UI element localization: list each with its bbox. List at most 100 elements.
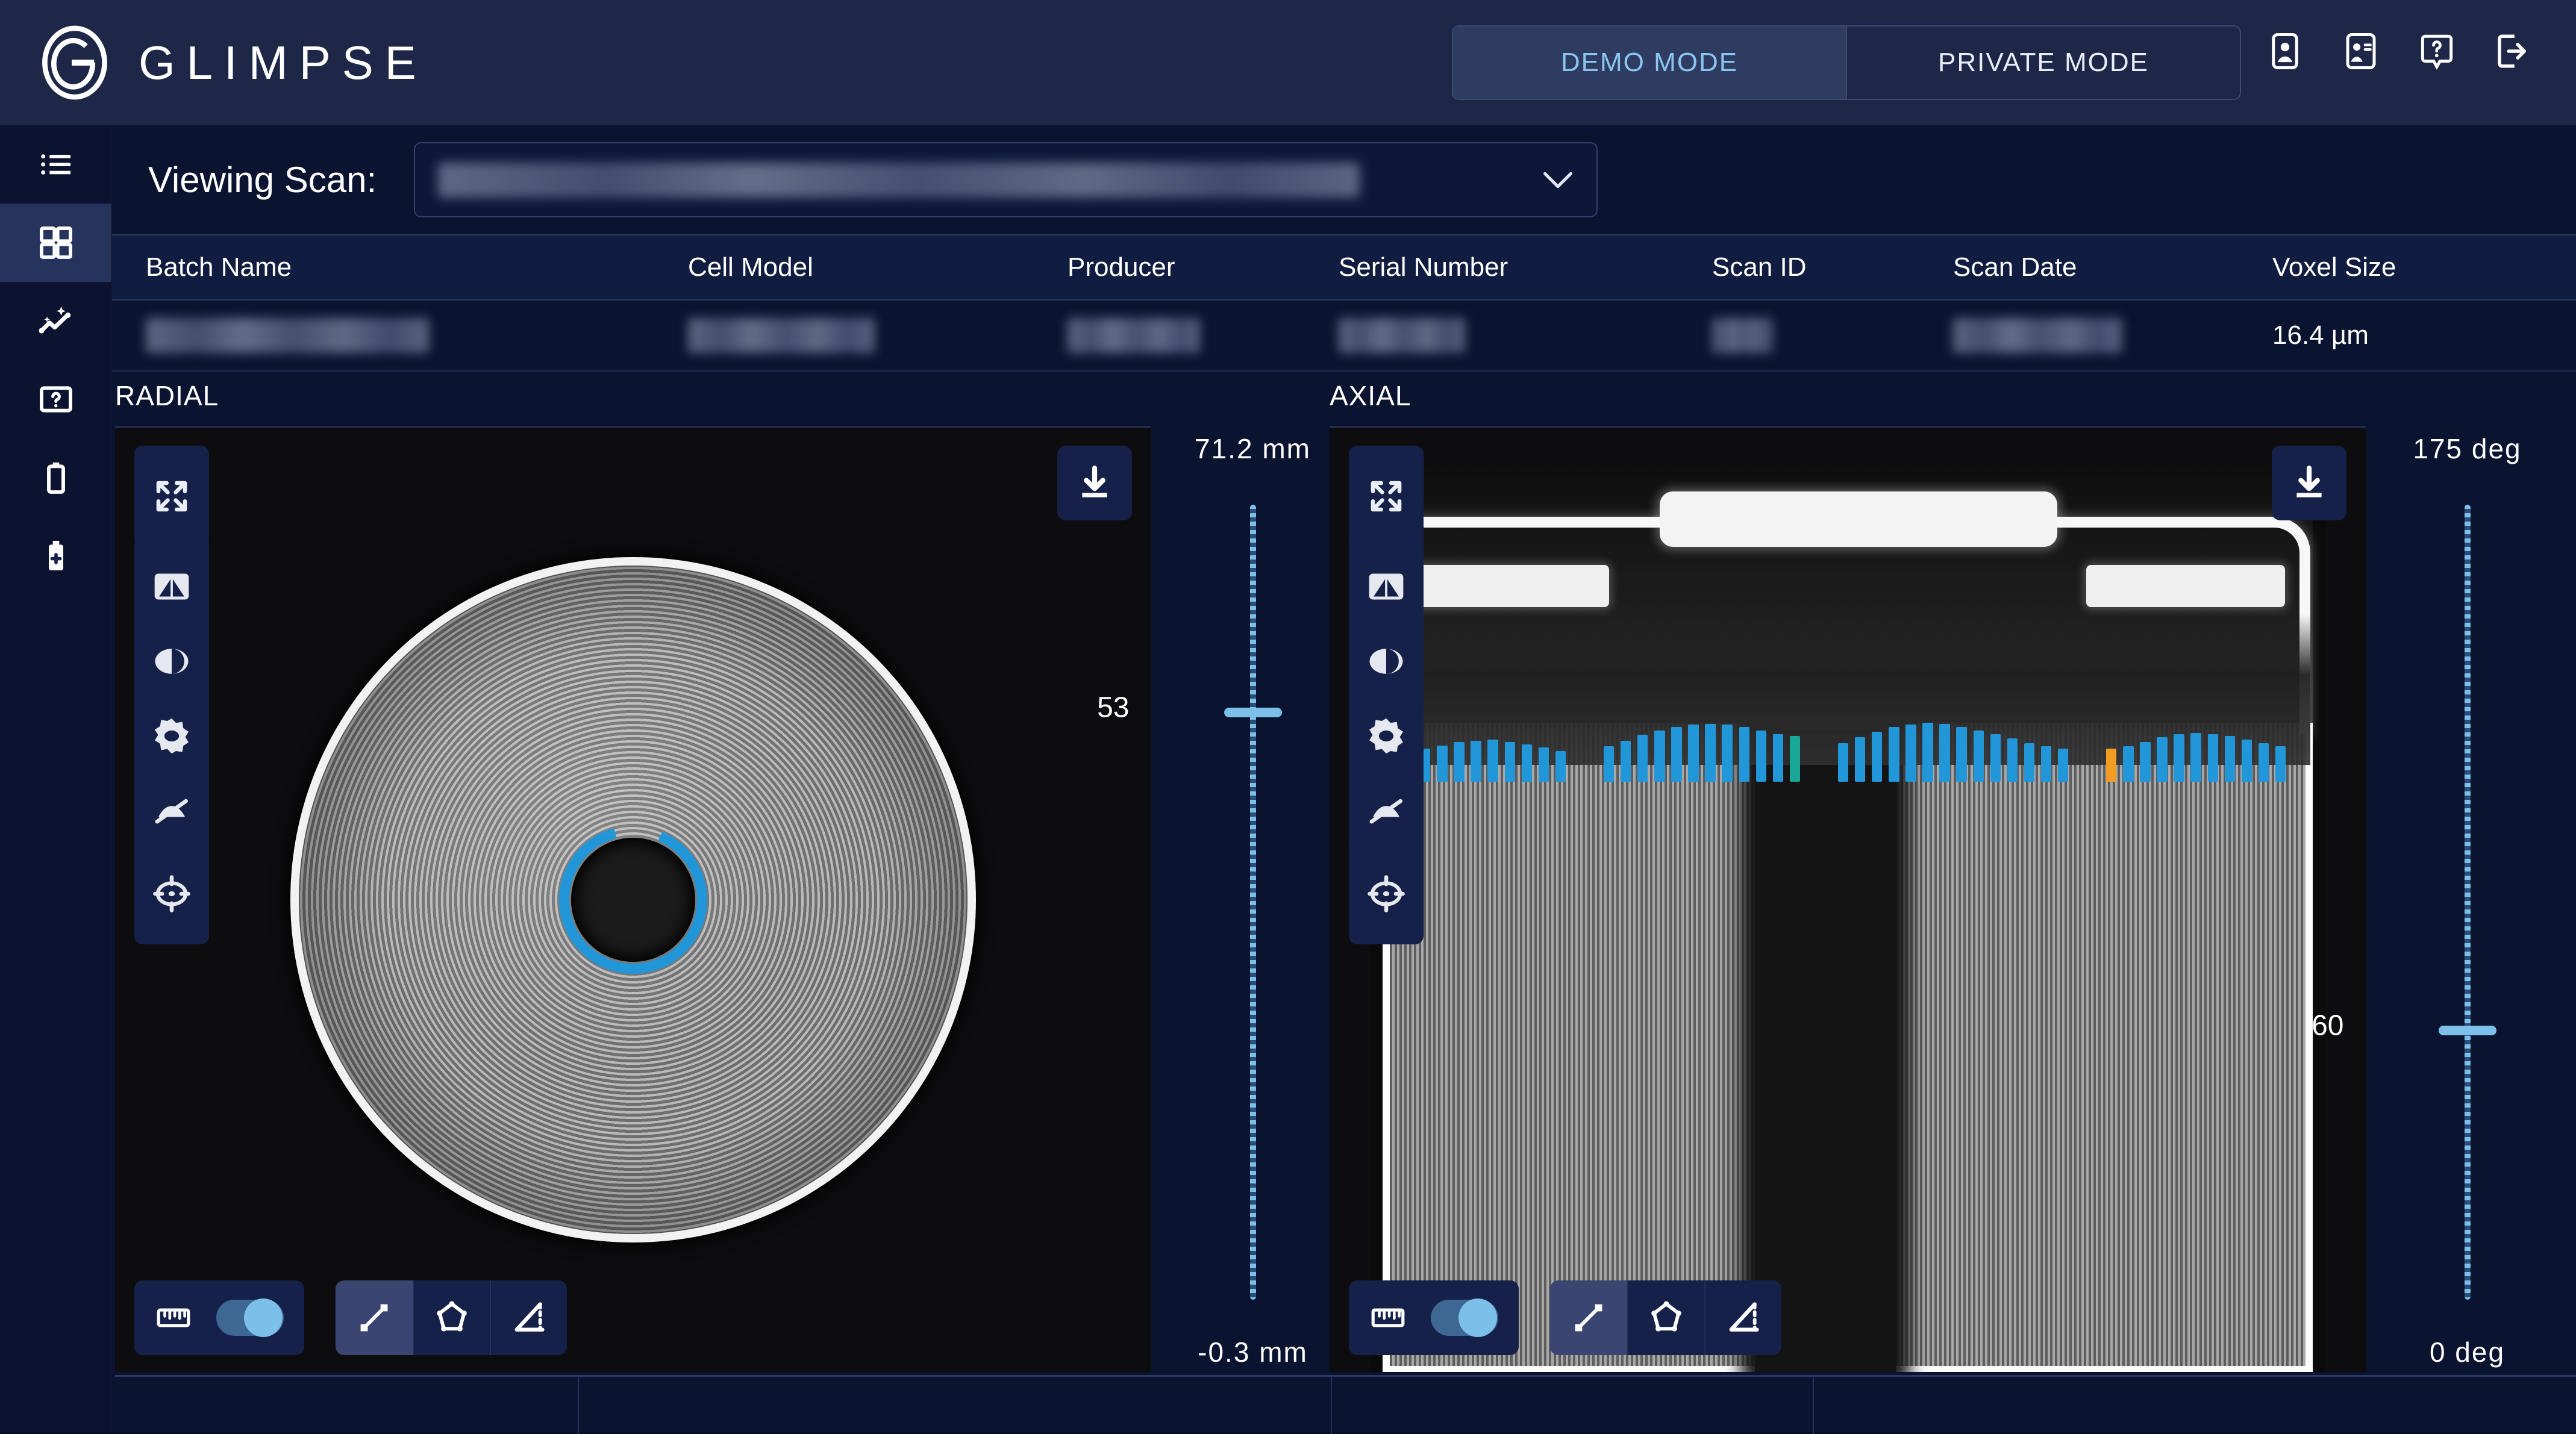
hide-overlay-button[interactable] (1349, 773, 1424, 848)
cell-scan-id (1701, 318, 1942, 353)
expand-arrows-icon (1371, 481, 1402, 512)
left-sidebar (0, 125, 111, 1432)
measure-switch[interactable] (216, 1298, 284, 1337)
overhang-marker (1637, 735, 1648, 782)
overhang-marker (1905, 725, 1916, 782)
demo-mode-button[interactable]: DEMO MODE (1453, 26, 1846, 99)
app-header: GLIMPSE DEMO MODE PRIVATE MODE (0, 0, 2576, 125)
line-measure-icon (360, 1304, 388, 1332)
logout-icon[interactable] (2493, 31, 2533, 71)
axial-slider-track[interactable]: 60 (2312, 505, 2496, 1300)
axial-measure-toggle[interactable] (1349, 1280, 1519, 1355)
recenter-button[interactable] (134, 856, 209, 931)
axial-slider-handle[interactable] (2438, 1025, 2496, 1035)
bottom-panel-strip (115, 1375, 2576, 1434)
overhang-marker (1755, 730, 1767, 782)
radial-measure-tools (336, 1280, 567, 1355)
recenter-button[interactable] (1349, 856, 1424, 931)
radial-tool-group-view (134, 446, 209, 547)
overhang-marker (1789, 736, 1801, 782)
measure-angle-tool[interactable] (1704, 1280, 1781, 1355)
overhang-marker (2123, 746, 2134, 782)
radial-slider-handle[interactable] (1224, 707, 1282, 717)
axial-download-button[interactable] (2272, 446, 2346, 520)
sparkle-trend-icon (38, 307, 70, 334)
column-header-producer: Producer (1068, 252, 1175, 282)
overhang-marker (2275, 746, 2286, 782)
measure-switch[interactable] (1431, 1298, 1498, 1337)
polygon-measure-icon (437, 1301, 467, 1332)
sidebar-item-cell[interactable] (0, 438, 111, 517)
compare-button[interactable] (134, 549, 209, 624)
fullscreen-button[interactable] (134, 459, 209, 534)
overhang-marker (1538, 747, 1549, 782)
brightness-button[interactable] (134, 699, 209, 773)
column-header-scan-date: Scan Date (1953, 252, 2077, 282)
axial-tool-group-view (1349, 446, 1424, 547)
expand-arrows-icon (156, 481, 187, 512)
help-question-icon[interactable] (2417, 31, 2457, 71)
measure-polygon-tool[interactable] (413, 1280, 490, 1355)
crosshair-target-icon (1368, 875, 1405, 912)
polygon-measure-icon (1651, 1301, 1681, 1332)
overhang-marker (1854, 737, 1866, 782)
overhang-marker (2190, 732, 2201, 782)
sidebar-item-analytics[interactable] (0, 282, 111, 360)
brightness-icon (1369, 718, 1404, 754)
battery-plus-icon (48, 540, 63, 570)
measure-polygon-tool[interactable] (1627, 1280, 1704, 1355)
axial-canvas[interactable] (1330, 426, 2366, 1372)
download-icon (2296, 466, 2322, 497)
axial-slider-min-label: 0 deg (2429, 1336, 2506, 1368)
scan-metadata-table: Batch Name Cell Model Producer Serial Nu… (112, 234, 2576, 372)
image-compare-icon (154, 573, 189, 600)
overhang-marker (1603, 746, 1615, 782)
radial-measure-bar (134, 1280, 567, 1355)
contrast-button[interactable] (1349, 624, 1424, 699)
column-header-cell-model: Cell Model (688, 252, 813, 282)
radial-measure-toggle[interactable] (134, 1280, 304, 1355)
radial-ct-image (115, 428, 1151, 1372)
bottom-cell-1 (115, 1377, 579, 1434)
measure-line-tool[interactable] (336, 1280, 413, 1355)
measure-angle-tool[interactable] (490, 1280, 567, 1355)
overhang-marker (2024, 743, 2035, 782)
brightness-button[interactable] (1349, 699, 1424, 773)
column-header-batch-name: Batch Name (146, 252, 292, 282)
bottom-cell-3 (1332, 1377, 1814, 1434)
scan-select-dropdown[interactable] (414, 142, 1598, 217)
private-mode-button[interactable]: PRIVATE MODE (1846, 26, 2240, 99)
axial-slider-value: 60 (2312, 1009, 2344, 1042)
chevron-down-icon (1543, 172, 1573, 188)
hide-overlay-button[interactable] (134, 773, 209, 848)
overhang-marker (1973, 730, 1984, 782)
sidebar-item-help[interactable] (0, 360, 111, 438)
compare-button[interactable] (1349, 549, 1424, 624)
contact-card-icon[interactable] (2341, 31, 2381, 71)
radial-slider-track[interactable]: 53 (1097, 505, 1282, 1300)
sidebar-item-dashboard[interactable] (0, 204, 111, 282)
eye-slash-icon (155, 799, 188, 824)
radial-canvas[interactable] (115, 426, 1151, 1372)
account-badge-icon[interactable] (2265, 31, 2305, 71)
axial-angle-slider: 175 deg 60 0 deg (2312, 426, 2568, 1372)
current-interrupt-device-left (1410, 565, 1609, 607)
overhang-marker (1620, 740, 1631, 782)
mode-toggle-group[interactable]: DEMO MODE PRIVATE MODE (1452, 25, 2241, 100)
overhang-marker (1671, 727, 1682, 782)
fullscreen-button[interactable] (1349, 459, 1424, 534)
measure-switch-knob (244, 1298, 283, 1337)
eye-slash-icon (1369, 799, 1402, 824)
contrast-button[interactable] (134, 624, 209, 699)
radial-slice-slider: 71.2 mm 53 -0.3 mm (1097, 426, 1353, 1372)
measure-line-tool[interactable] (1550, 1280, 1627, 1355)
sidebar-item-list[interactable] (0, 125, 111, 204)
overhang-marker (1872, 731, 1883, 782)
ruler-icon (157, 1308, 190, 1327)
header-icon-group (2265, 31, 2533, 71)
overhang-marker (2207, 734, 2218, 782)
list-icon (40, 154, 70, 175)
sidebar-item-add-cell[interactable] (0, 517, 111, 595)
radial-download-button[interactable] (1057, 446, 1132, 520)
overhang-marker (2241, 740, 2252, 782)
